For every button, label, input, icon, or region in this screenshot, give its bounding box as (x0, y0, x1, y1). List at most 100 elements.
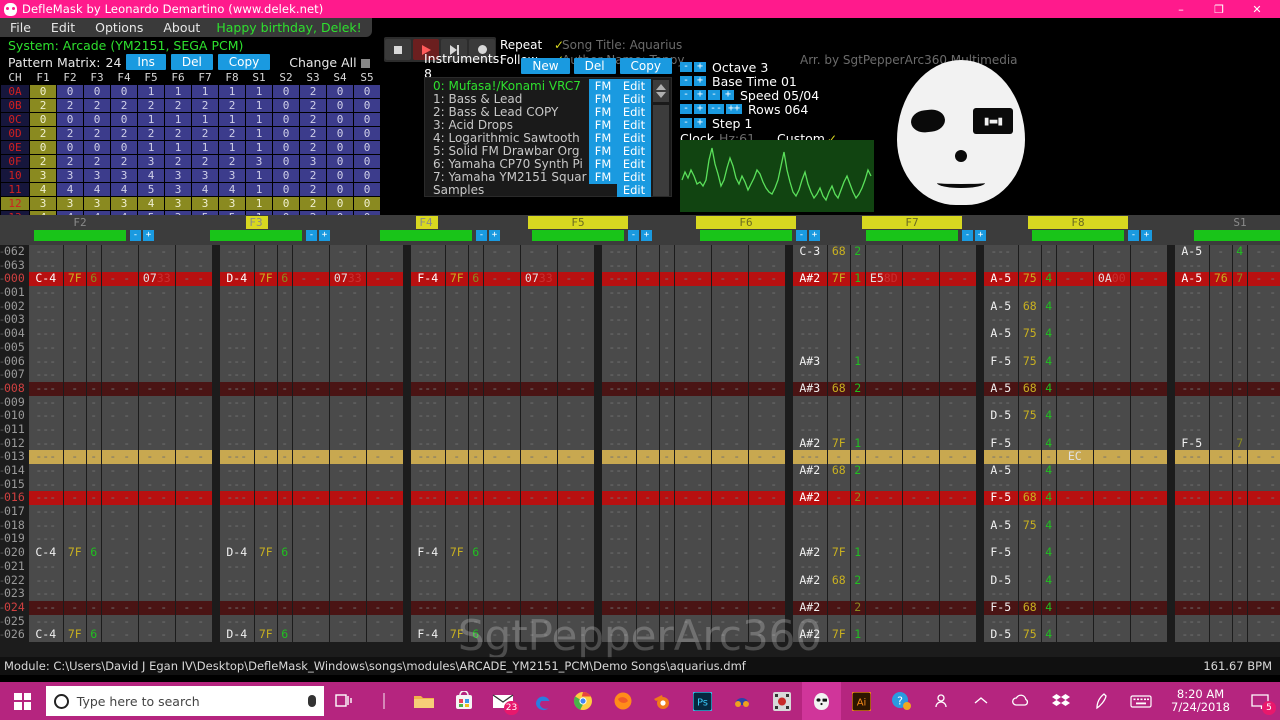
cell-note[interactable]: C-3 (792, 245, 827, 259)
cell-volume[interactable]: 7F (254, 628, 277, 642)
cell-instrument[interactable]: - (468, 532, 483, 547)
cell-effect[interactable]: - - (748, 436, 785, 451)
cell-effect[interactable]: - - (711, 354, 748, 369)
cell-note[interactable]: --- (983, 258, 1018, 273)
cell-effect[interactable]: - - (1130, 504, 1167, 519)
pattern-channel-cell[interactable]: ------ -- -- - (219, 600, 411, 615)
song-title-field[interactable]: Song Title: Aquarius (562, 38, 685, 52)
cell-note[interactable]: --- (219, 340, 254, 355)
cell-effect[interactable]: - - (1093, 573, 1130, 588)
cell-volume[interactable]: - (1209, 614, 1232, 629)
matrix-cell[interactable]: 1 (219, 141, 245, 154)
pattern-row[interactable]: -016 --- - - - -- -- - --- - - - -- -- - --- - - - -… (0, 491, 1280, 506)
cell-volume[interactable]: - (636, 600, 659, 615)
instrument-row[interactable]: 4: Logarithmic Sawtooth FM Edit (425, 130, 651, 145)
cell-effect[interactable]: - - (902, 504, 939, 519)
matrix-cell[interactable]: 0 (327, 169, 353, 182)
matrix-cell[interactable]: 0 (84, 113, 110, 126)
matrix-cell[interactable]: 1 (246, 197, 272, 210)
matrix-cell[interactable]: 2 (300, 99, 326, 112)
cell-effect[interactable]: - - (366, 518, 403, 533)
cell-effect[interactable]: - - (1130, 299, 1167, 314)
cell-effect[interactable]: - - (520, 326, 557, 341)
cell-note[interactable]: --- (1174, 545, 1209, 560)
cell-note[interactable]: --- (601, 285, 636, 300)
cell-instrument[interactable]: - (86, 395, 101, 410)
cell-volume[interactable]: - (1018, 477, 1041, 492)
cell-effect[interactable]: - - (1056, 409, 1093, 423)
cell-note[interactable]: --- (219, 504, 254, 519)
cell-volume[interactable]: - (254, 450, 277, 464)
matrix-cell[interactable]: 3 (165, 197, 191, 210)
cell-note[interactable]: --- (410, 395, 445, 410)
pattern-channel-cell[interactable]: ------ -- -- - (1174, 367, 1280, 382)
matrix-cell[interactable]: 0 (327, 141, 353, 154)
matrix-cell[interactable]: 2 (300, 141, 326, 154)
cell-effect[interactable]: - - (366, 326, 403, 341)
cell-effect[interactable]: - - (292, 340, 329, 355)
cell-effect[interactable]: - - (748, 395, 785, 410)
cell-note[interactable]: --- (601, 559, 636, 574)
cell-note[interactable]: --- (219, 436, 254, 451)
channel-name-s1[interactable]: S1 (1190, 216, 1280, 229)
cell-effect[interactable]: - - (674, 258, 711, 273)
cell-effect[interactable]: - - (711, 450, 748, 464)
cell-effect[interactable]: - - (101, 409, 138, 423)
cell-instrument[interactable]: - (468, 450, 483, 464)
cell-volume[interactable]: - (1209, 367, 1232, 382)
cell-note[interactable]: --- (601, 450, 636, 464)
touch-keyboard-icon[interactable] (1121, 682, 1161, 720)
cell-volume[interactable]: - (827, 395, 850, 410)
cell-effect[interactable]: - - (711, 532, 748, 547)
decrement-button[interactable]: - (680, 118, 692, 128)
instrument-type[interactable]: FM (589, 78, 617, 93)
matrix-cell[interactable]: 4 (57, 183, 83, 196)
cell-effect[interactable]: - - (138, 463, 175, 478)
cell-volume[interactable]: - (63, 381, 86, 396)
cell-instrument[interactable]: - (86, 340, 101, 355)
matrix-cell[interactable]: 0 (354, 155, 380, 168)
cell-effect[interactable]: - - (865, 313, 902, 328)
cell-volume[interactable]: - (63, 340, 86, 355)
cell-effect[interactable]: - - (748, 367, 785, 382)
cell-effect[interactable]: - - (175, 395, 212, 410)
cell-volume[interactable]: - (1018, 285, 1041, 300)
cell-volume[interactable]: - (827, 422, 850, 437)
cell-effect[interactable]: 0733 (329, 272, 366, 287)
cell-instrument[interactable]: - (468, 614, 483, 629)
cell-note[interactable]: --- (601, 272, 636, 287)
cell-effect[interactable]: - - (748, 477, 785, 492)
cell-volume[interactable]: - (1018, 504, 1041, 519)
matrix-row[interactable]: 11 4 4 4 4 5 3 4 4 1 0 2 0 0 (1, 183, 380, 196)
cell-note[interactable]: A-5 (983, 272, 1018, 287)
cell-instrument[interactable]: - (468, 600, 483, 615)
cell-effect[interactable]: - - (902, 258, 939, 273)
pattern-channel-cell[interactable]: ------ -- -- - (601, 299, 793, 314)
cell-effect[interactable]: - - (557, 326, 594, 341)
cell-effect[interactable]: - - (292, 600, 329, 615)
cell-volume[interactable]: - (1209, 532, 1232, 547)
cell-note[interactable]: --- (792, 614, 827, 629)
cell-instrument[interactable]: - (659, 245, 674, 259)
matrix-cell[interactable]: 0 (273, 99, 299, 112)
channel-volume-down-button[interactable]: - (1128, 230, 1139, 241)
cell-note[interactable]: A#2 (792, 628, 827, 642)
cell-volume[interactable]: - (636, 326, 659, 341)
cell-effect[interactable]: - - (1247, 628, 1280, 642)
cell-effect[interactable]: - - (520, 354, 557, 369)
cell-effect[interactable]: - - (292, 614, 329, 629)
cell-effect[interactable]: - - (748, 450, 785, 464)
cell-volume[interactable]: - (827, 367, 850, 382)
pattern-channel-cell[interactable]: ------ -- -- - (1174, 450, 1280, 464)
cell-effect[interactable]: - - (557, 518, 594, 533)
matrix-row[interactable]: 10 3 3 3 3 4 3 3 3 1 0 2 0 0 (1, 169, 380, 182)
cell-effect[interactable]: - - (1093, 381, 1130, 396)
channel-name-f4[interactable]: F4 (376, 216, 476, 229)
cell-effect[interactable]: - - (138, 559, 175, 574)
cell-effect[interactable]: - - (329, 586, 366, 601)
matrix-cell[interactable]: 4 (219, 183, 245, 196)
pattern-channel-cell[interactable]: ------ -- -- - (983, 285, 1175, 300)
pattern-channel-cell[interactable]: ------ -- -- - (219, 436, 411, 451)
cell-effect[interactable]: - - (1247, 299, 1280, 314)
cell-effect[interactable]: - - (748, 463, 785, 478)
